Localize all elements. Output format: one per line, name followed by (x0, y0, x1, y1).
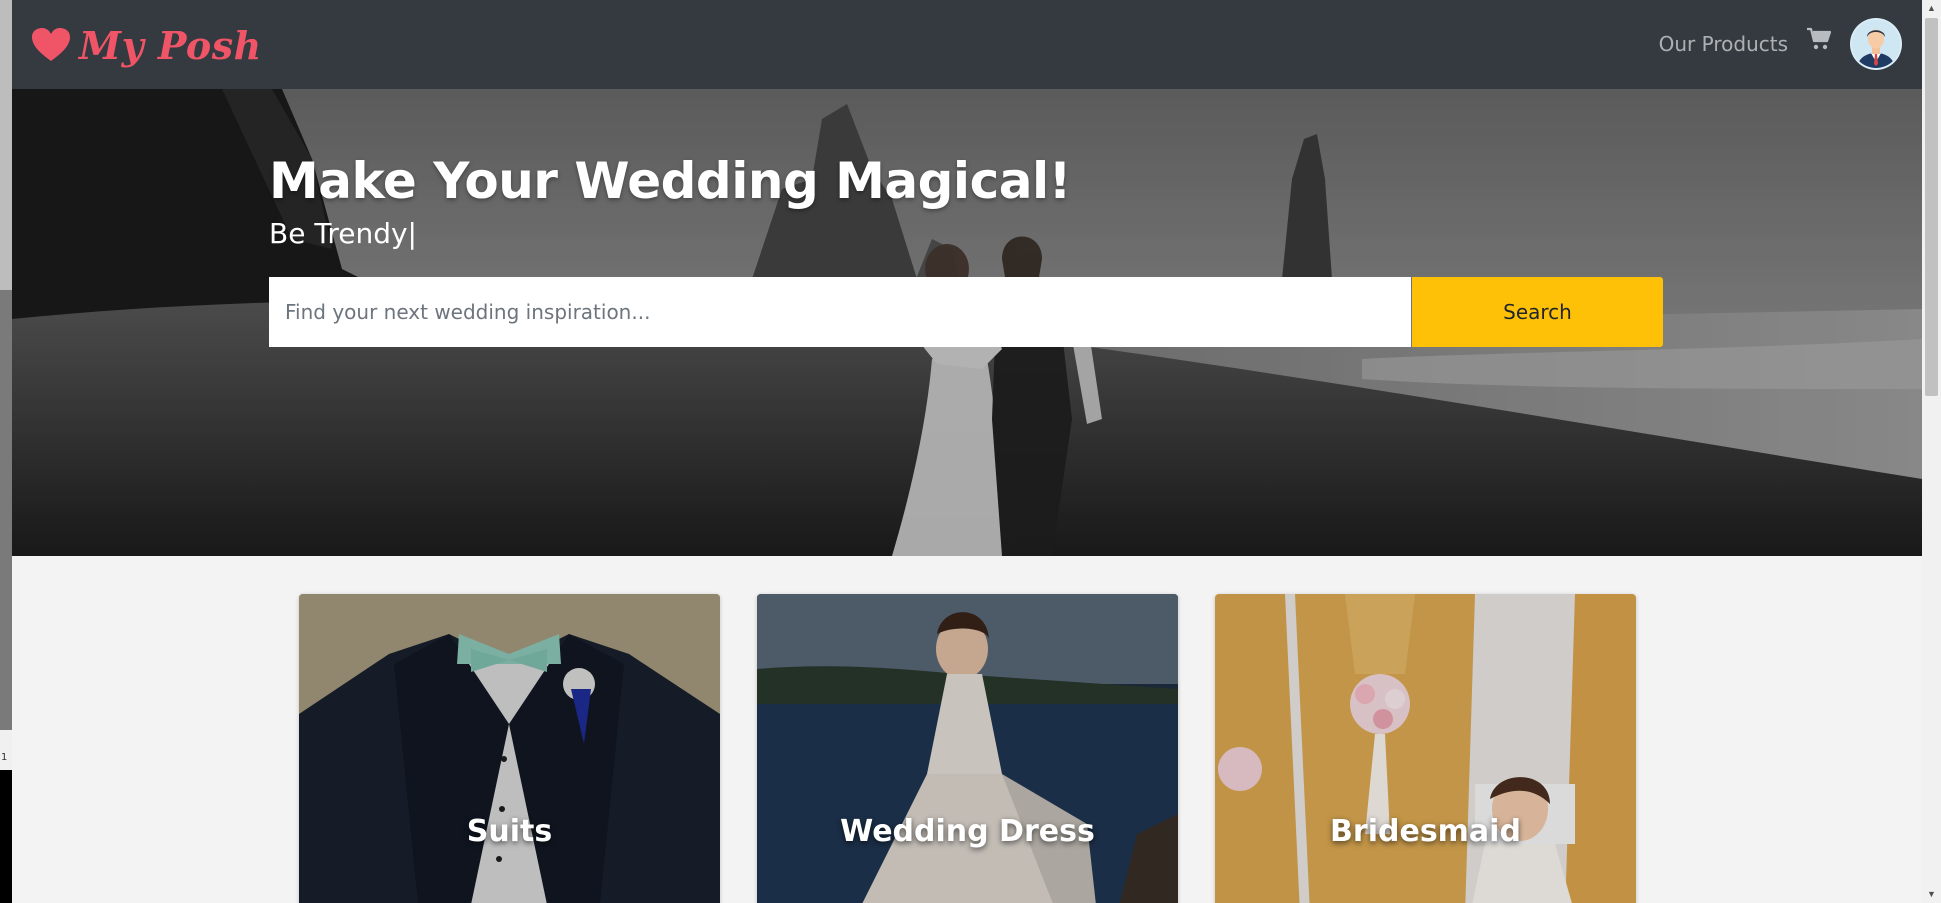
scroll-up-arrow-icon[interactable]: ▲ (1922, 0, 1941, 17)
left-edge-number: 1 (1, 752, 8, 763)
wedding-dress-image (757, 594, 1178, 903)
heart-icon (32, 28, 70, 61)
category-label-wedding-dress: Wedding Dress (840, 814, 1095, 849)
nav-our-products[interactable]: Our Products (1659, 32, 1788, 56)
scrollbar-thumb[interactable] (1925, 18, 1938, 396)
category-label-bridesmaid: Bridesmaid (1330, 814, 1521, 849)
cart-icon[interactable] (1806, 27, 1832, 51)
left-window-edge: 1 (0, 0, 12, 903)
suits-image (299, 594, 720, 903)
bridesmaid-image (1215, 594, 1636, 903)
app: My Posh Our Products Make Your Wedding M… (12, 0, 1922, 903)
category-card-bridesmaid[interactable]: Bridesmaid (1215, 594, 1636, 903)
search-input[interactable] (269, 277, 1411, 347)
brand-name: My Posh (79, 22, 262, 68)
category-card-wedding-dress[interactable]: Wedding Dress (757, 594, 1178, 903)
user-avatar-icon[interactable] (1850, 18, 1902, 70)
category-label-suits: Suits (466, 814, 553, 849)
search-button[interactable]: Search (1412, 277, 1663, 347)
nav-right: Our Products (1659, 18, 1902, 70)
scroll-down-arrow-icon[interactable]: ▼ (1922, 886, 1941, 903)
hero-title: Make Your Wedding Magical! (269, 152, 1071, 210)
hero-subtitle: Be Trendy| (269, 217, 417, 250)
navbar: My Posh Our Products (12, 0, 1922, 89)
hero-section: Make Your Wedding Magical! Be Trendy| Se… (12, 89, 1922, 556)
page-scrollbar[interactable]: ▲ ▼ (1922, 0, 1941, 903)
category-card-suits[interactable]: Suits (299, 594, 720, 903)
brand-link[interactable]: My Posh (31, 20, 262, 70)
